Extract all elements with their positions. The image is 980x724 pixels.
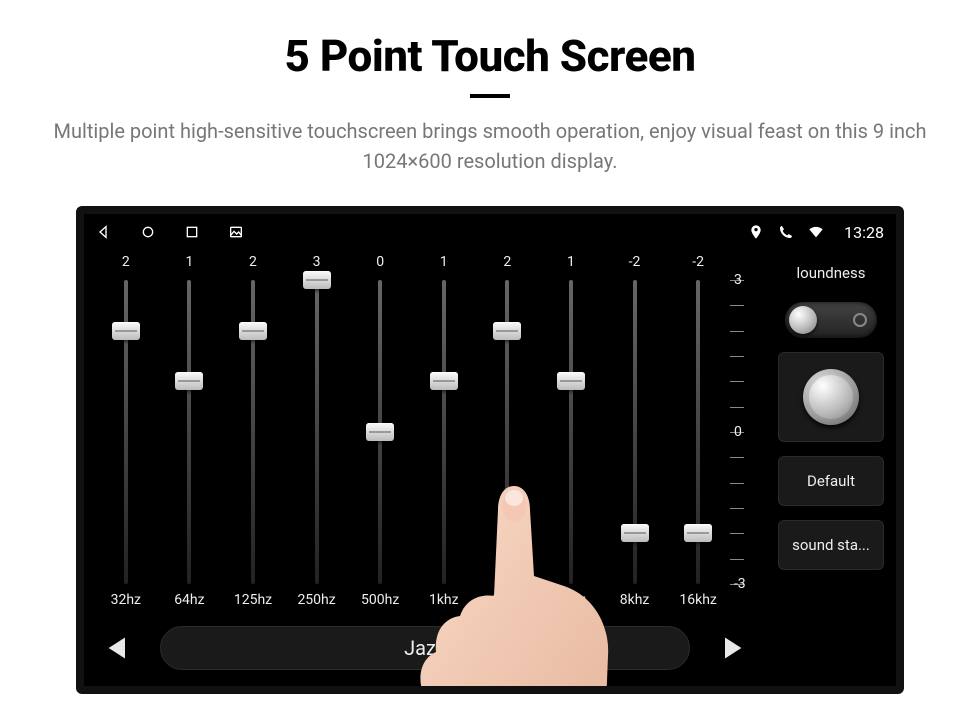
- eq-sliders-row: 232hz164hz2125hz3250hz0500hz11khz22khz14…: [94, 254, 756, 614]
- device-frame: 13:28 232hz164hz2125hz3250hz0500hz11khz2…: [76, 206, 904, 694]
- eq-slider[interactable]: 2 32hz: [94, 254, 158, 614]
- eq-slider[interactable]: 1 4khz: [539, 254, 603, 614]
- eq-slider-thumb[interactable]: [557, 372, 585, 390]
- eq-slider[interactable]: -2 8khz: [603, 254, 667, 614]
- balance-control[interactable]: [778, 352, 884, 442]
- eq-slider-freq: 4khz: [556, 592, 586, 614]
- eq-slider-freq: 8khz: [620, 592, 650, 614]
- eq-scale-tick: [730, 508, 744, 509]
- eq-slider[interactable]: 3250hz: [285, 254, 349, 614]
- eq-scale-tick: [730, 533, 744, 534]
- eq-scale-tick: [730, 483, 744, 484]
- eq-slider[interactable]: 1 1khz: [412, 254, 476, 614]
- eq-slider-thumb[interactable]: [112, 322, 140, 340]
- eq-slider-freq: 250hz: [297, 592, 335, 614]
- eq-slider-value: -2: [692, 254, 704, 274]
- eq-slider-thumb[interactable]: [366, 423, 394, 441]
- eq-slider-thumb[interactable]: [239, 322, 267, 340]
- preset-next-button[interactable]: [708, 628, 756, 668]
- loudness-label: loundness: [778, 264, 884, 282]
- eq-slider-thumb[interactable]: [621, 524, 649, 542]
- eq-slider-thumb[interactable]: [175, 372, 203, 390]
- eq-scale-tick: [730, 381, 744, 382]
- eq-slider-freq: 32hz: [111, 592, 141, 614]
- page-subtitle: Multiple point high-sensitive touchscree…: [50, 116, 930, 176]
- eq-scale: 3 0 -3: [730, 254, 756, 614]
- eq-slider[interactable]: -2 16khz: [666, 254, 730, 614]
- eq-slider-thumb[interactable]: [430, 372, 458, 390]
- eq-scale-tick: [730, 559, 744, 560]
- eq-slider[interactable]: 2 2khz: [476, 254, 540, 614]
- eq-slider-value: 2: [122, 254, 130, 274]
- eq-slider-thumb[interactable]: [493, 322, 521, 340]
- eq-scale-label: 3: [734, 272, 742, 288]
- wifi-icon: [808, 224, 824, 240]
- eq-slider-thumb[interactable]: [303, 271, 331, 289]
- back-icon[interactable]: [96, 224, 112, 240]
- home-icon[interactable]: [140, 224, 156, 240]
- recent-apps-icon[interactable]: [184, 224, 200, 240]
- equalizer-panel: 232hz164hz2125hz3250hz0500hz11khz22khz14…: [84, 250, 766, 686]
- eq-slider-value: 0: [376, 254, 384, 274]
- phone-icon: [778, 224, 794, 240]
- image-icon[interactable]: [228, 224, 244, 240]
- eq-slider[interactable]: 2 125hz: [221, 254, 285, 614]
- page-title: 5 Point Touch Screen: [0, 30, 980, 82]
- eq-slider[interactable]: 0 500hz: [348, 254, 412, 614]
- eq-slider-value: 1: [567, 254, 575, 274]
- eq-scale-label: -3: [734, 576, 746, 592]
- eq-slider-value: 2: [503, 254, 511, 274]
- loudness-toggle[interactable]: [785, 302, 877, 338]
- eq-slider-freq: 16khz: [679, 592, 717, 614]
- title-underline: [470, 94, 510, 98]
- sound-stage-button[interactable]: sound sta...: [778, 520, 884, 570]
- eq-scale-tick: [730, 457, 744, 458]
- eq-slider-value: -2: [629, 254, 641, 274]
- eq-scale-label: 0: [734, 424, 742, 440]
- location-icon: [748, 224, 764, 240]
- eq-slider-freq: 64hz: [174, 592, 204, 614]
- preset-prev-button[interactable]: [94, 628, 142, 668]
- eq-slider[interactable]: 1 64hz: [158, 254, 222, 614]
- eq-scale-tick: [730, 356, 744, 357]
- status-bar: 13:28: [84, 214, 896, 250]
- default-button[interactable]: Default: [778, 456, 884, 506]
- eq-slider-freq: 500hz: [361, 592, 399, 614]
- preset-name[interactable]: Jazz: [160, 626, 690, 670]
- eq-scale-tick: [730, 331, 744, 332]
- eq-slider-value: 1: [440, 254, 448, 274]
- eq-scale-tick: [730, 305, 744, 306]
- eq-slider-freq: 2khz: [493, 592, 523, 614]
- eq-slider-value: 2: [249, 254, 257, 274]
- eq-slider-thumb[interactable]: [684, 524, 712, 542]
- eq-slider-freq: 1khz: [429, 592, 459, 614]
- eq-slider-freq: 125hz: [234, 592, 272, 614]
- eq-slider-value: 1: [185, 254, 193, 274]
- clock-time: 13:28: [844, 223, 884, 242]
- eq-scale-tick: [730, 407, 744, 408]
